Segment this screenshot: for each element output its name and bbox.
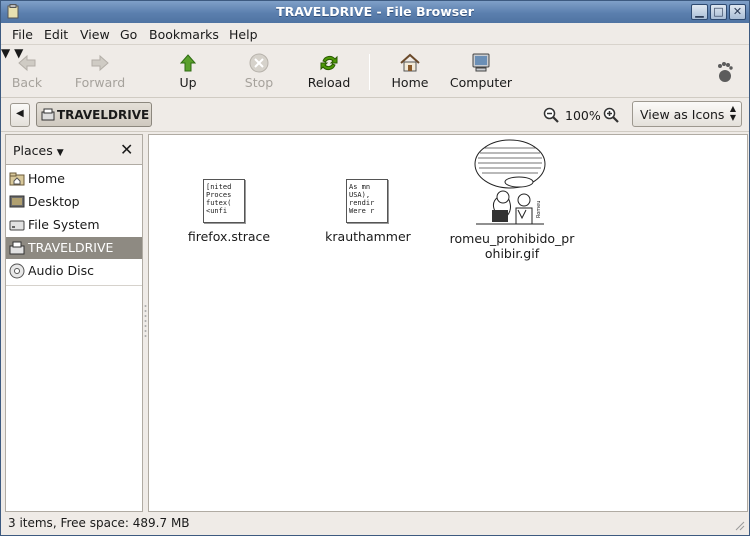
file-item-krauthammer[interactable]: As mn USA), rendir Were r krauthammer [318, 179, 418, 249]
stop-button[interactable]: Stop [237, 46, 281, 98]
resize-grip-icon[interactable] [733, 519, 745, 531]
title-bar[interactable]: TRAVELDRIVE - File Browser ▁ □ ✕ [1, 1, 749, 23]
window-title: TRAVELDRIVE - File Browser [276, 4, 474, 19]
reload-icon [320, 55, 338, 71]
location-bar: ◀ TRAVELDRIVE 100% View as Icons ▲ ▼ [1, 99, 749, 132]
file-icon-view[interactable]: [nited Proces futex( <unfi firefox.strac… [148, 134, 748, 512]
sidebar-type-select[interactable]: Places ▼ [13, 143, 64, 158]
sidebar-item-file-system[interactable]: File System [6, 214, 142, 236]
zoom-out-icon[interactable] [543, 107, 559, 123]
computer-button[interactable]: Computer [449, 46, 513, 98]
updown-arrows-icon: ▲ ▼ [729, 104, 736, 122]
sidebar-divider [6, 285, 142, 286]
forward-arrow-icon [91, 54, 109, 72]
up-arrow-icon [179, 54, 197, 72]
path-button-traveldrive[interactable]: TRAVELDRIVE [36, 102, 152, 127]
sidebar-item-traveldrive[interactable]: TRAVELDRIVE [6, 237, 142, 259]
text-file-icon: As mn USA), rendir Were r [346, 179, 388, 223]
file-item-romeu-prohibido-prohibir[interactable]: Romeu romeu_prohibido_pr ohibir.gif [443, 138, 581, 263]
minimize-button[interactable]: ▁ [691, 4, 708, 20]
drive-icon [41, 108, 55, 121]
toolbar-separator [369, 54, 370, 90]
stop-icon [249, 53, 269, 73]
view-mode-select[interactable]: View as Icons ▲ ▼ [632, 101, 742, 127]
zoom-in-icon[interactable] [603, 107, 619, 123]
close-sidebar-button[interactable]: ✕ [120, 140, 133, 159]
drive-icon [9, 220, 25, 231]
usb-drive-icon [9, 241, 25, 255]
back-arrow-icon [18, 54, 36, 72]
sidebar-item-desktop[interactable]: Desktop [6, 191, 142, 213]
menu-go[interactable]: Go [120, 27, 137, 42]
close-window-button[interactable]: ✕ [729, 4, 746, 20]
maximize-button[interactable]: □ [710, 4, 727, 20]
forward-button[interactable]: Forward [71, 46, 129, 98]
menu-view[interactable]: View [80, 27, 110, 42]
gnome-foot-icon [718, 62, 733, 82]
sidebar-item-home[interactable]: Home [6, 168, 142, 190]
toolbar: Back ▼ Forward ▼ Up Stop Reload Home Com… [1, 46, 749, 98]
up-button[interactable]: Up [166, 46, 210, 98]
menu-edit[interactable]: Edit [44, 27, 68, 42]
places-sidebar: Places ▼ ✕ Home Desktop File System TRAV… [5, 134, 143, 512]
dropdown-arrow-icon: ▼ [56, 148, 64, 158]
sidebar-header: Places ▼ ✕ [6, 135, 142, 165]
home-icon [400, 53, 420, 72]
image-thumbnail: Romeu [474, 138, 550, 228]
menu-help[interactable]: Help [229, 27, 258, 42]
path-scroll-left-button[interactable]: ◀ [10, 103, 30, 127]
home-button[interactable]: Home [387, 46, 433, 98]
status-text: 3 items, Free space: 489.7 MB [8, 516, 190, 530]
file-name: firefox.strace [187, 229, 271, 244]
desktop-icon [9, 195, 25, 208]
file-browser-window: TRAVELDRIVE - File Browser ▁ □ ✕ File Ed… [0, 0, 750, 536]
file-name: krauthammer [325, 229, 411, 244]
back-button[interactable]: Back [3, 46, 51, 98]
reload-button[interactable]: Reload [304, 46, 354, 98]
menu-file[interactable]: File [12, 27, 33, 42]
menu-bar: File Edit View Go Bookmarks Help [1, 23, 749, 45]
file-item-firefox-strace[interactable]: [nited Proces futex( <unfi firefox.strac… [179, 179, 279, 249]
left-triangle-icon: ◀ [16, 108, 24, 119]
file-name: romeu_prohibido_pr ohibir.gif [449, 231, 575, 261]
cd-icon [9, 263, 25, 279]
zoom-level[interactable]: 100% [565, 108, 601, 123]
home-folder-icon [9, 172, 25, 186]
menu-bookmarks[interactable]: Bookmarks [149, 27, 219, 42]
text-file-icon: [nited Proces futex( <unfi [203, 179, 245, 223]
status-bar: 3 items, Free space: 489.7 MB [1, 513, 749, 535]
sidebar-item-audio-disc[interactable]: Audio Disc [6, 260, 142, 282]
svg-text:Romeu: Romeu [536, 201, 542, 218]
computer-icon [472, 53, 490, 72]
